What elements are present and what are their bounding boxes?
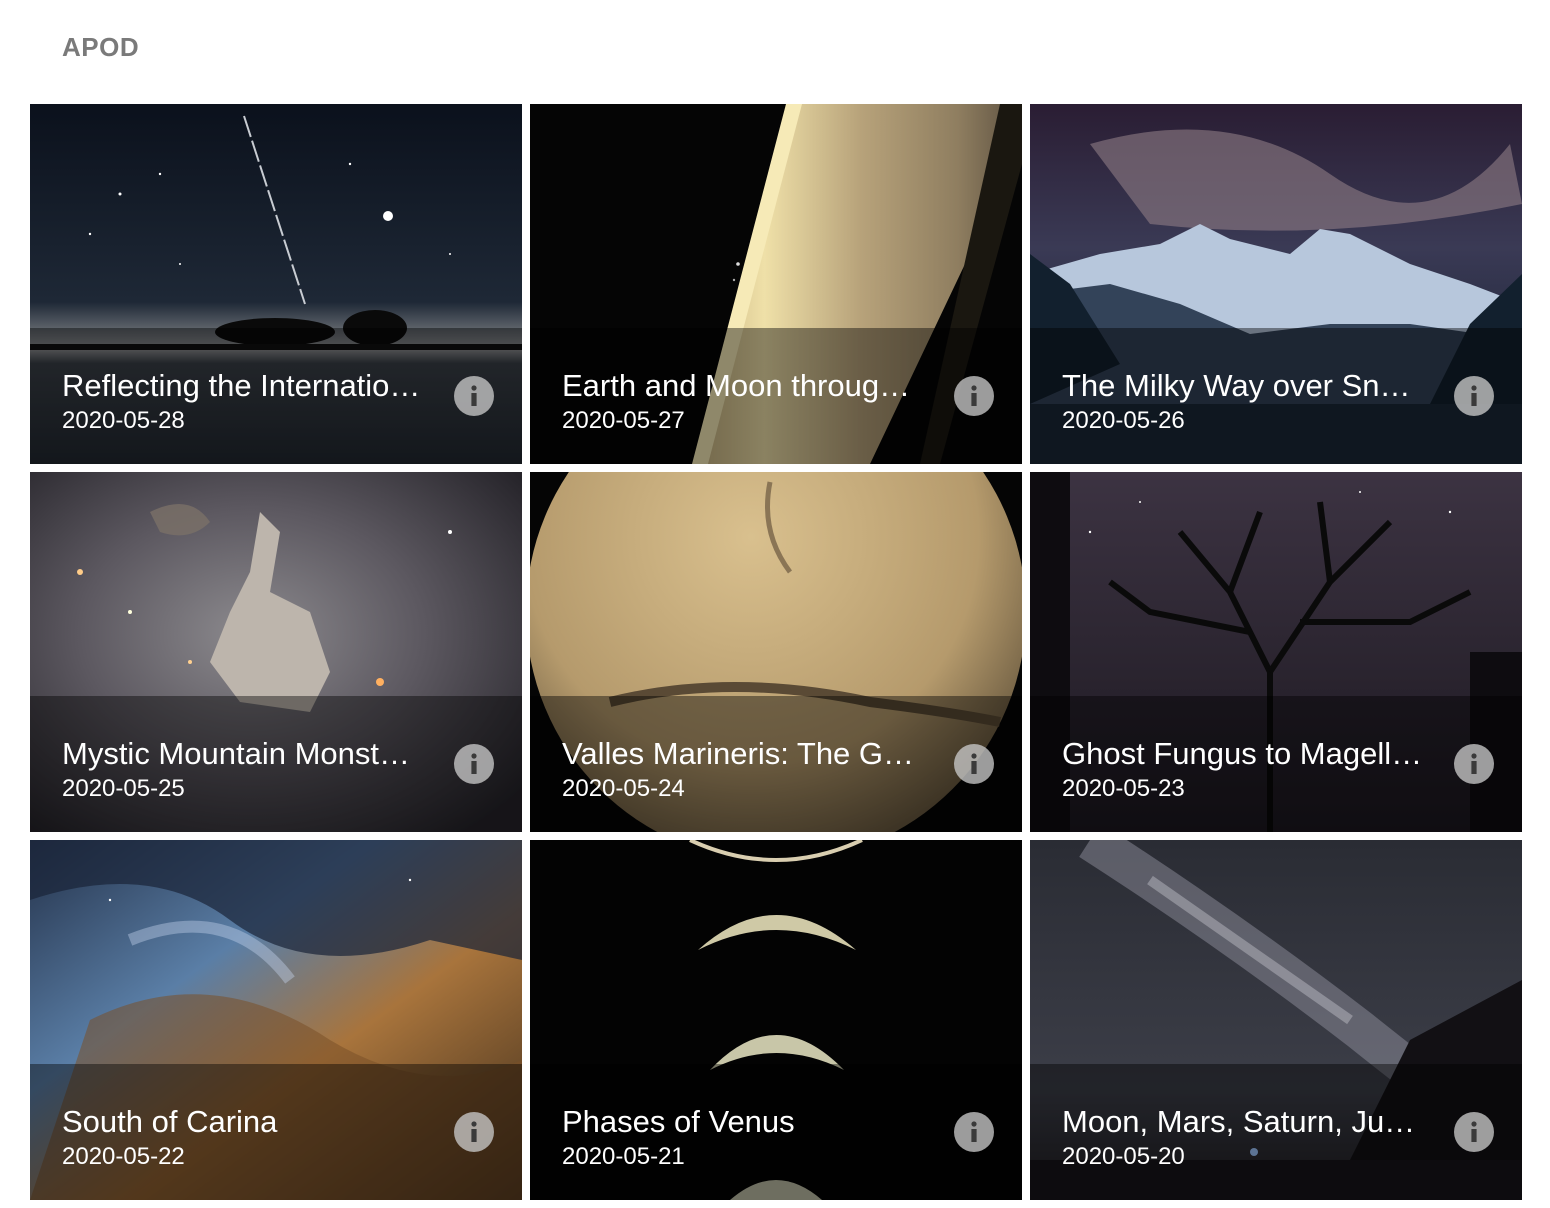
- tile-caption-bar: Phases of Venus 2020-05-21: [530, 1064, 1022, 1200]
- info-icon: [471, 753, 477, 774]
- image-tile[interactable]: Reflecting the Internatio… 2020-05-28: [30, 104, 522, 464]
- info-icon: [471, 385, 477, 406]
- info-button[interactable]: [954, 376, 994, 416]
- tile-caption-bar: The Milky Way over Sno… 2020-05-26: [1030, 328, 1522, 464]
- tile-date: 2020-05-20: [1062, 1143, 1185, 1170]
- info-button[interactable]: [954, 744, 994, 784]
- image-tile[interactable]: Mystic Mountain Monst… 2020-05-25: [30, 472, 522, 832]
- tile-date: 2020-05-26: [1062, 407, 1185, 434]
- info-icon: [971, 1121, 977, 1142]
- tile-date: 2020-05-27: [562, 407, 685, 434]
- info-icon: [1471, 753, 1477, 774]
- info-icon: [1471, 385, 1477, 406]
- info-icon: [971, 753, 977, 774]
- tile-title: The Milky Way over Sno…: [1062, 368, 1424, 403]
- info-button[interactable]: [454, 744, 494, 784]
- tile-title: Reflecting the Internatio…: [62, 368, 421, 403]
- tile-title: Phases of Venus: [562, 1104, 795, 1139]
- info-button[interactable]: [1454, 1112, 1494, 1152]
- tile-title: South of Carina: [62, 1104, 278, 1139]
- tile-date: 2020-05-22: [62, 1143, 185, 1170]
- tile-date: 2020-05-23: [1062, 775, 1185, 802]
- tile-caption-bar: South of Carina 2020-05-22: [30, 1064, 522, 1200]
- tile-title: Ghost Fungus to Magell…: [1062, 736, 1423, 771]
- info-icon: [471, 1121, 477, 1142]
- tile-caption-bar: Valles Marineris: The Gr… 2020-05-24: [530, 696, 1022, 832]
- image-tile[interactable]: South of Carina 2020-05-22: [30, 840, 522, 1200]
- image-tile[interactable]: Valles Marineris: The Gr… 2020-05-24: [530, 472, 1022, 832]
- image-tile[interactable]: Moon, Mars, Saturn, Ju… 2020-05-20: [1030, 840, 1522, 1200]
- tile-caption-bar: Reflecting the Internatio… 2020-05-28: [30, 328, 522, 464]
- info-button[interactable]: [454, 376, 494, 416]
- info-icon: [971, 385, 977, 406]
- page-title: APOD: [62, 32, 140, 62]
- tile-date: 2020-05-21: [562, 1143, 685, 1170]
- info-button[interactable]: [1454, 744, 1494, 784]
- tile-title: Earth and Moon throug…: [562, 368, 911, 403]
- tile-caption-bar: Ghost Fungus to Magell… 2020-05-23: [1030, 696, 1522, 832]
- image-tile[interactable]: Earth and Moon throug… 2020-05-27: [530, 104, 1022, 464]
- image-tile[interactable]: Ghost Fungus to Magell… 2020-05-23: [1030, 472, 1522, 832]
- image-tile[interactable]: Phases of Venus 2020-05-21: [530, 840, 1022, 1200]
- info-icon: [1471, 1121, 1477, 1142]
- tile-title: Moon, Mars, Saturn, Ju…: [1062, 1104, 1416, 1139]
- tile-date: 2020-05-28: [62, 407, 185, 434]
- tile-caption-bar: Earth and Moon throug… 2020-05-27: [530, 328, 1022, 464]
- info-button[interactable]: [1454, 376, 1494, 416]
- tile-title: Valles Marineris: The Gr…: [562, 736, 924, 771]
- info-button[interactable]: [454, 1112, 494, 1152]
- tile-date: 2020-05-25: [62, 775, 185, 802]
- tile-title: Mystic Mountain Monst…: [62, 736, 410, 771]
- tile-date: 2020-05-24: [562, 775, 685, 802]
- tile-caption-bar: Mystic Mountain Monst… 2020-05-25: [30, 696, 522, 832]
- image-grid: Reflecting the Internatio… 2020-05-28 Ea…: [30, 104, 1522, 1200]
- image-tile[interactable]: The Milky Way over Sno… 2020-05-26: [1030, 104, 1522, 464]
- info-button[interactable]: [954, 1112, 994, 1152]
- tile-caption-bar: Moon, Mars, Saturn, Ju… 2020-05-20: [1030, 1064, 1522, 1200]
